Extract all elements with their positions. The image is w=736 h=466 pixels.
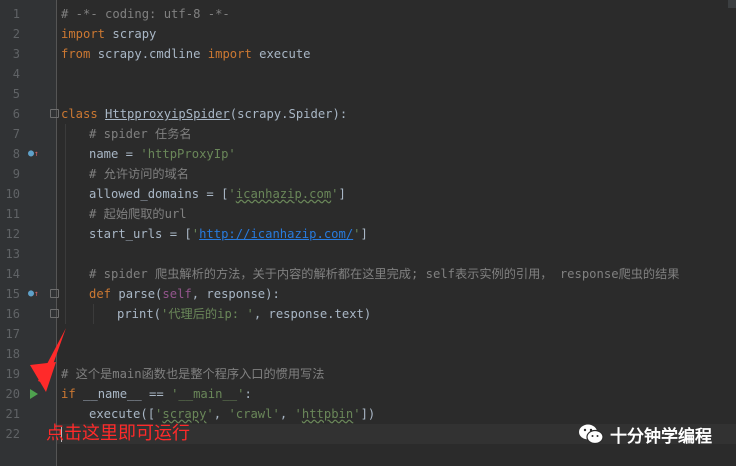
run-hint-annotation: 点击这里即可运行 [46,423,190,444]
watermark: 十分钟学编程 [578,421,712,447]
watermark-text: 十分钟学编程 [610,426,712,447]
annotation-arrow-icon [30,328,66,392]
wechat-logo-icon [579,424,604,445]
